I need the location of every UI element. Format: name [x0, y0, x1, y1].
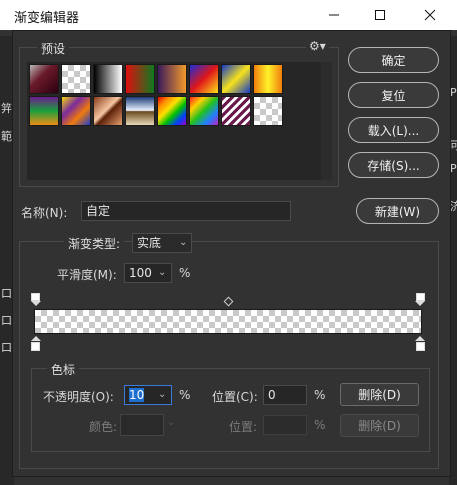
load-button[interactable]: 载入(L)... — [348, 117, 439, 143]
preset-swatch-yellow-violet-orange-blue[interactable] — [61, 96, 91, 126]
background-label: 笄 — [1, 102, 12, 115]
close-icon — [424, 9, 436, 21]
ok-button[interactable]: 确定 — [348, 47, 439, 73]
color-location-field[interactable] — [263, 415, 307, 435]
color-stops-label: 色标 — [47, 361, 80, 378]
preset-swatch-chrome[interactable] — [125, 96, 155, 126]
opacity-field[interactable]: 10 ⌄ — [124, 385, 172, 405]
preset-swatch-spectrum[interactable] — [157, 96, 187, 126]
gradient-type-select[interactable]: 实底 ⌄ — [132, 233, 192, 253]
preset-swatch-foreground-to-transparent[interactable] — [61, 64, 91, 94]
color-stops-group — [31, 368, 430, 452]
opacity-stop-right[interactable] — [416, 293, 425, 301]
preset-swatch-blue-yellow-blue[interactable] — [221, 64, 251, 94]
background-label: 口 — [1, 341, 12, 354]
presets-label: 预设 — [37, 40, 70, 57]
minimize-button[interactable] — [311, 0, 357, 30]
color-location-label: 位置: — [229, 420, 258, 434]
opacity-value: 10 — [129, 388, 145, 402]
gear-icon[interactable]: ⚙▾ — [306, 39, 329, 53]
preset-swatch-transparent-rainbow[interactable] — [189, 96, 219, 126]
color-location-unit: % — [314, 418, 326, 432]
color-swatch[interactable] — [120, 414, 164, 436]
opacity-label: 不透明度(O): — [43, 390, 114, 404]
preset-swatch-blue-red-yellow[interactable] — [189, 64, 219, 94]
preset-swatch-copper[interactable] — [93, 96, 123, 126]
color-label: 颜色: — [89, 420, 118, 434]
preset-swatch-foreground-to-background[interactable] — [29, 64, 59, 94]
preset-swatch-orange-yellow-orange[interactable] — [253, 64, 283, 94]
opacity-location-unit: % — [314, 388, 326, 402]
name-label: 名称(N): — [21, 206, 68, 220]
opacity-stop-left-pointer — [31, 301, 41, 306]
opacity-location-label: 位置(C): — [212, 390, 258, 404]
background-label: 口 — [1, 287, 12, 300]
color-stop-right-pointer — [415, 336, 425, 341]
preset-swatch-transparent-stripes[interactable] — [221, 96, 251, 126]
background-label: 可 — [450, 139, 457, 152]
opacity-stop-right-pointer — [415, 301, 425, 306]
color-stop-right[interactable] — [416, 342, 425, 351]
background-label: 济 — [450, 200, 457, 213]
chevron-down-icon: ⌄ — [158, 267, 167, 278]
save-button[interactable]: 存储(S)... — [348, 152, 439, 178]
maximize-icon — [375, 10, 385, 20]
preset-swatch-transparent[interactable] — [253, 96, 283, 126]
color-delete-button[interactable]: 删除(D) — [340, 414, 419, 437]
color-stop-left-pointer — [31, 336, 41, 341]
maximize-button[interactable] — [357, 0, 403, 30]
name-field[interactable]: 自定 — [81, 201, 291, 221]
background-label: 範 — [1, 130, 12, 143]
new-button[interactable]: 新建(W) — [356, 198, 439, 224]
smoothness-field[interactable]: 100 ⌄ — [124, 263, 172, 283]
smoothness-label: 平滑度(M): — [57, 268, 117, 282]
presets-scrollbar[interactable] — [321, 62, 332, 180]
color-stop-left[interactable] — [31, 342, 40, 351]
preset-swatch-violet-orange[interactable] — [157, 64, 187, 94]
preset-swatch-red-green[interactable] — [125, 64, 155, 94]
opacity-unit: % — [179, 388, 191, 402]
background-label: 口 — [1, 314, 12, 327]
reset-button[interactable]: 复位 — [348, 82, 439, 108]
minimize-icon — [329, 14, 339, 16]
preset-swatch-grid — [29, 64, 291, 128]
chevron-down-icon: ⌄ — [179, 237, 188, 248]
close-button[interactable] — [407, 0, 453, 30]
title-bar: 渐变编辑器 — [0, 0, 457, 30]
gradient-preview-bar[interactable] — [34, 309, 422, 334]
chevron-down-icon: ⌄ — [167, 417, 176, 428]
opacity-delete-button[interactable]: 删除(D) — [340, 383, 419, 406]
gradient-type-label: 渐变类型: — [64, 235, 125, 252]
opacity-location-field[interactable]: 0 — [263, 385, 307, 405]
gradient-type-value: 实底 — [137, 236, 162, 250]
opacity-stop-left[interactable] — [31, 293, 40, 301]
smoothness-value: 100 — [129, 266, 152, 280]
preset-swatch-black-white[interactable] — [93, 64, 123, 94]
preset-swatch-violet-green-orange[interactable] — [29, 96, 59, 126]
smoothness-unit: % — [179, 266, 191, 280]
window-title: 渐变编辑器 — [14, 11, 80, 26]
chevron-down-icon: ⌄ — [158, 389, 167, 400]
